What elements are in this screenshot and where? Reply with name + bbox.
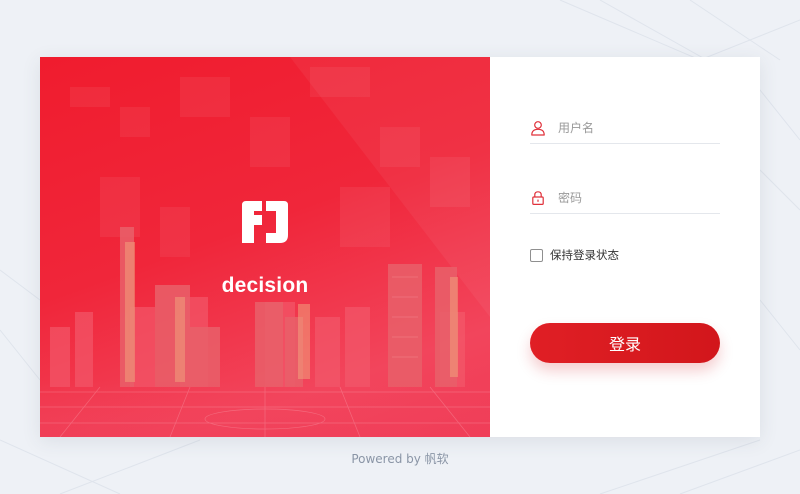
- login-button[interactable]: 登录: [530, 323, 720, 363]
- brand-name: decision: [221, 274, 309, 297]
- login-card: decision 保持登录状态 登录: [40, 57, 760, 437]
- hero-panel: decision: [40, 57, 490, 437]
- login-form: 保持登录状态 登录: [530, 57, 760, 437]
- username-field: [530, 113, 720, 144]
- city-skyline-illustration: [40, 57, 490, 437]
- user-icon: [531, 121, 545, 136]
- username-input[interactable]: [556, 115, 720, 141]
- lock-icon: [532, 191, 544, 206]
- powered-by-footer: Powered by 帆软: [351, 452, 449, 466]
- password-input[interactable]: [556, 185, 720, 211]
- fanruan-logo: [242, 201, 288, 243]
- password-field: [530, 183, 720, 214]
- remember-me-checkbox[interactable]: [530, 248, 543, 262]
- remember-me: 保持登录状态: [530, 246, 619, 264]
- remember-me-label[interactable]: 保持登录状态: [550, 247, 619, 263]
